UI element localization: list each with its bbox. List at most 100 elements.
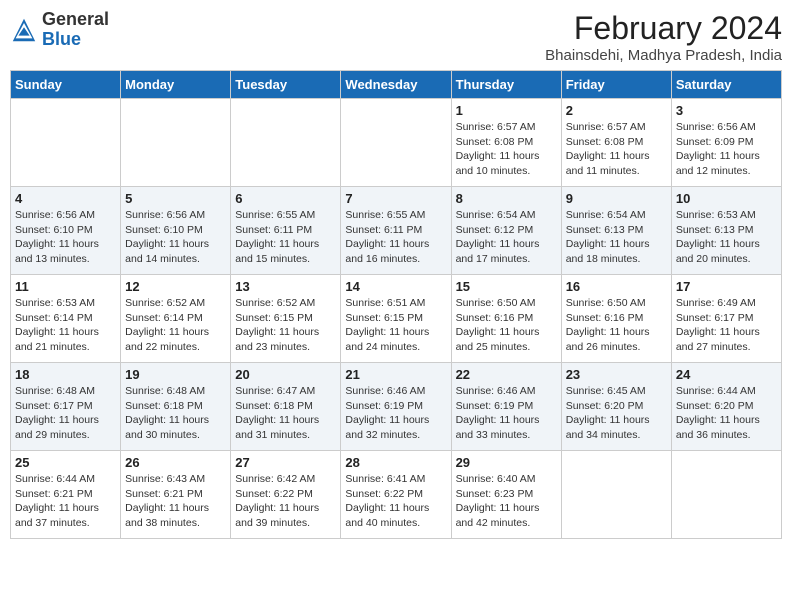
calendar-cell: 26 Sunrise: 6:43 AM Sunset: 6:21 PM Dayli… bbox=[121, 451, 231, 539]
day-info: Sunrise: 6:56 AM Sunset: 6:10 PM Dayligh… bbox=[15, 208, 116, 267]
day-info: Sunrise: 6:57 AM Sunset: 6:08 PM Dayligh… bbox=[566, 120, 667, 179]
day-info: Sunrise: 6:53 AM Sunset: 6:14 PM Dayligh… bbox=[15, 296, 116, 355]
day-number: 25 bbox=[15, 455, 116, 470]
calendar-cell: 5 Sunrise: 6:56 AM Sunset: 6:10 PM Daylig… bbox=[121, 187, 231, 275]
calendar-cell: 19Sunrise: 6:48 AM Sunset: 6:18 PM Dayli… bbox=[121, 363, 231, 451]
calendar-cell: 25 Sunrise: 6:44 AM Sunset: 6:21 PM Dayli… bbox=[11, 451, 121, 539]
calendar-cell bbox=[561, 451, 671, 539]
calendar-cell: 6 Sunrise: 6:55 AM Sunset: 6:11 PM Daylig… bbox=[231, 187, 341, 275]
month-year-title: February 2024 bbox=[545, 10, 782, 47]
location-subtitle: Bhainsdehi, Madhya Pradesh, India bbox=[545, 47, 782, 64]
calendar-cell: 16 Sunrise: 6:50 AM Sunset: 6:16 PM Dayli… bbox=[561, 275, 671, 363]
calendar-cell: 17 Sunrise: 6:49 AM Sunset: 6:17 PM Dayli… bbox=[671, 275, 781, 363]
calendar-cell: 9 Sunrise: 6:54 AM Sunset: 6:13 PM Daylig… bbox=[561, 187, 671, 275]
day-number: 27 bbox=[235, 455, 336, 470]
day-number: 3 bbox=[676, 103, 777, 118]
day-info: Sunrise: 6:57 AM Sunset: 6:08 PM Dayligh… bbox=[456, 120, 557, 179]
day-number: 2 bbox=[566, 103, 667, 118]
day-info: Sunrise: 6:46 AM Sunset: 6:19 PM Dayligh… bbox=[456, 384, 557, 443]
calendar-cell bbox=[341, 99, 451, 187]
calendar-cell: 22 Sunrise: 6:46 AM Sunset: 6:19 PM Dayli… bbox=[451, 363, 561, 451]
day-number: 16 bbox=[566, 279, 667, 294]
day-info: Sunrise: 6:56 AM Sunset: 6:09 PM Dayligh… bbox=[676, 120, 777, 179]
calendar-cell: 3 Sunrise: 6:56 AM Sunset: 6:09 PM Daylig… bbox=[671, 99, 781, 187]
day-info: Sunrise: 6:56 AM Sunset: 6:10 PM Dayligh… bbox=[125, 208, 226, 267]
title-block: February 2024 Bhainsdehi, Madhya Pradesh… bbox=[545, 10, 782, 64]
day-info: Sunrise: 6:54 AM Sunset: 6:13 PM Dayligh… bbox=[566, 208, 667, 267]
calendar-cell: 29 Sunrise: 6:40 AM Sunset: 6:23 PM Dayli… bbox=[451, 451, 561, 539]
day-info: Sunrise: 6:54 AM Sunset: 6:12 PM Dayligh… bbox=[456, 208, 557, 267]
day-number: 9 bbox=[566, 191, 667, 206]
day-number: 29 bbox=[456, 455, 557, 470]
day-info: Sunrise: 6:55 AM Sunset: 6:11 PM Dayligh… bbox=[345, 208, 446, 267]
day-info: Sunrise: 6:42 AM Sunset: 6:22 PM Dayligh… bbox=[235, 472, 336, 531]
col-header-thursday: Thursday bbox=[451, 71, 561, 99]
day-number: 10 bbox=[676, 191, 777, 206]
day-number: 28 bbox=[345, 455, 446, 470]
day-number: 1 bbox=[456, 103, 557, 118]
day-number: 6 bbox=[235, 191, 336, 206]
calendar-cell: 23 Sunrise: 6:45 AM Sunset: 6:20 PM Dayli… bbox=[561, 363, 671, 451]
page-header: General Blue February 2024 Bhainsdehi, M… bbox=[10, 10, 782, 64]
calendar-cell: 10 Sunrise: 6:53 AM Sunset: 6:13 PM Dayli… bbox=[671, 187, 781, 275]
col-header-wednesday: Wednesday bbox=[341, 71, 451, 99]
day-number: 15 bbox=[456, 279, 557, 294]
day-info: Sunrise: 6:45 AM Sunset: 6:20 PM Dayligh… bbox=[566, 384, 667, 443]
day-number: 17 bbox=[676, 279, 777, 294]
day-number: 24 bbox=[676, 367, 777, 382]
day-number: 14 bbox=[345, 279, 446, 294]
col-header-monday: Monday bbox=[121, 71, 231, 99]
day-number: 18 bbox=[15, 367, 116, 382]
day-info: Sunrise: 6:46 AM Sunset: 6:19 PM Dayligh… bbox=[345, 384, 446, 443]
day-info: Sunrise: 6:44 AM Sunset: 6:21 PM Dayligh… bbox=[15, 472, 116, 531]
day-number: 13 bbox=[235, 279, 336, 294]
calendar-cell: 27 Sunrise: 6:42 AM Sunset: 6:22 PM Dayli… bbox=[231, 451, 341, 539]
day-info: Sunrise: 6:48 AM Sunset: 6:17 PM Dayligh… bbox=[15, 384, 116, 443]
calendar-cell bbox=[121, 99, 231, 187]
day-info: Sunrise: 6:40 AM Sunset: 6:23 PM Dayligh… bbox=[456, 472, 557, 531]
day-number: 5 bbox=[125, 191, 226, 206]
calendar-cell: 8 Sunrise: 6:54 AM Sunset: 6:12 PM Daylig… bbox=[451, 187, 561, 275]
day-number: 19 bbox=[125, 367, 226, 382]
calendar-cell bbox=[671, 451, 781, 539]
day-info: Sunrise: 6:47 AM Sunset: 6:18 PM Dayligh… bbox=[235, 384, 336, 443]
day-number: 4 bbox=[15, 191, 116, 206]
calendar-cell: 11Sunrise: 6:53 AM Sunset: 6:14 PM Dayli… bbox=[11, 275, 121, 363]
calendar-cell: 2 Sunrise: 6:57 AM Sunset: 6:08 PM Daylig… bbox=[561, 99, 671, 187]
calendar-cell bbox=[11, 99, 121, 187]
day-info: Sunrise: 6:49 AM Sunset: 6:17 PM Dayligh… bbox=[676, 296, 777, 355]
calendar-cell: 28Sunrise: 6:41 AM Sunset: 6:22 PM Dayli… bbox=[341, 451, 451, 539]
day-number: 22 bbox=[456, 367, 557, 382]
day-number: 12 bbox=[125, 279, 226, 294]
logo-blue-text: Blue bbox=[42, 29, 81, 49]
calendar-cell: 18 Sunrise: 6:48 AM Sunset: 6:17 PM Dayli… bbox=[11, 363, 121, 451]
calendar-cell: 13 Sunrise: 6:52 AM Sunset: 6:15 PM Dayli… bbox=[231, 275, 341, 363]
calendar-cell: 15 Sunrise: 6:50 AM Sunset: 6:16 PM Dayli… bbox=[451, 275, 561, 363]
col-header-tuesday: Tuesday bbox=[231, 71, 341, 99]
day-number: 8 bbox=[456, 191, 557, 206]
day-number: 26 bbox=[125, 455, 226, 470]
calendar-cell: 7Sunrise: 6:55 AM Sunset: 6:11 PM Daylig… bbox=[341, 187, 451, 275]
day-info: Sunrise: 6:51 AM Sunset: 6:15 PM Dayligh… bbox=[345, 296, 446, 355]
calendar-cell: 24 Sunrise: 6:44 AM Sunset: 6:20 PM Dayli… bbox=[671, 363, 781, 451]
day-info: Sunrise: 6:50 AM Sunset: 6:16 PM Dayligh… bbox=[566, 296, 667, 355]
calendar-table: SundayMondayTuesdayWednesdayThursdayFrid… bbox=[10, 70, 782, 539]
calendar-cell: 4 Sunrise: 6:56 AM Sunset: 6:10 PM Daylig… bbox=[11, 187, 121, 275]
day-number: 20 bbox=[235, 367, 336, 382]
calendar-cell: 21 Sunrise: 6:46 AM Sunset: 6:19 PM Dayli… bbox=[341, 363, 451, 451]
day-info: Sunrise: 6:55 AM Sunset: 6:11 PM Dayligh… bbox=[235, 208, 336, 267]
day-info: Sunrise: 6:50 AM Sunset: 6:16 PM Dayligh… bbox=[456, 296, 557, 355]
day-info: Sunrise: 6:53 AM Sunset: 6:13 PM Dayligh… bbox=[676, 208, 777, 267]
day-info: Sunrise: 6:52 AM Sunset: 6:14 PM Dayligh… bbox=[125, 296, 226, 355]
col-header-sunday: Sunday bbox=[11, 71, 121, 99]
calendar-cell bbox=[231, 99, 341, 187]
day-info: Sunrise: 6:43 AM Sunset: 6:21 PM Dayligh… bbox=[125, 472, 226, 531]
calendar-cell: 12 Sunrise: 6:52 AM Sunset: 6:14 PM Dayli… bbox=[121, 275, 231, 363]
day-number: 23 bbox=[566, 367, 667, 382]
day-info: Sunrise: 6:44 AM Sunset: 6:20 PM Dayligh… bbox=[676, 384, 777, 443]
col-header-saturday: Saturday bbox=[671, 71, 781, 99]
logo-icon bbox=[10, 16, 38, 44]
day-info: Sunrise: 6:52 AM Sunset: 6:15 PM Dayligh… bbox=[235, 296, 336, 355]
day-number: 21 bbox=[345, 367, 446, 382]
calendar-cell: 20 Sunrise: 6:47 AM Sunset: 6:18 PM Dayli… bbox=[231, 363, 341, 451]
